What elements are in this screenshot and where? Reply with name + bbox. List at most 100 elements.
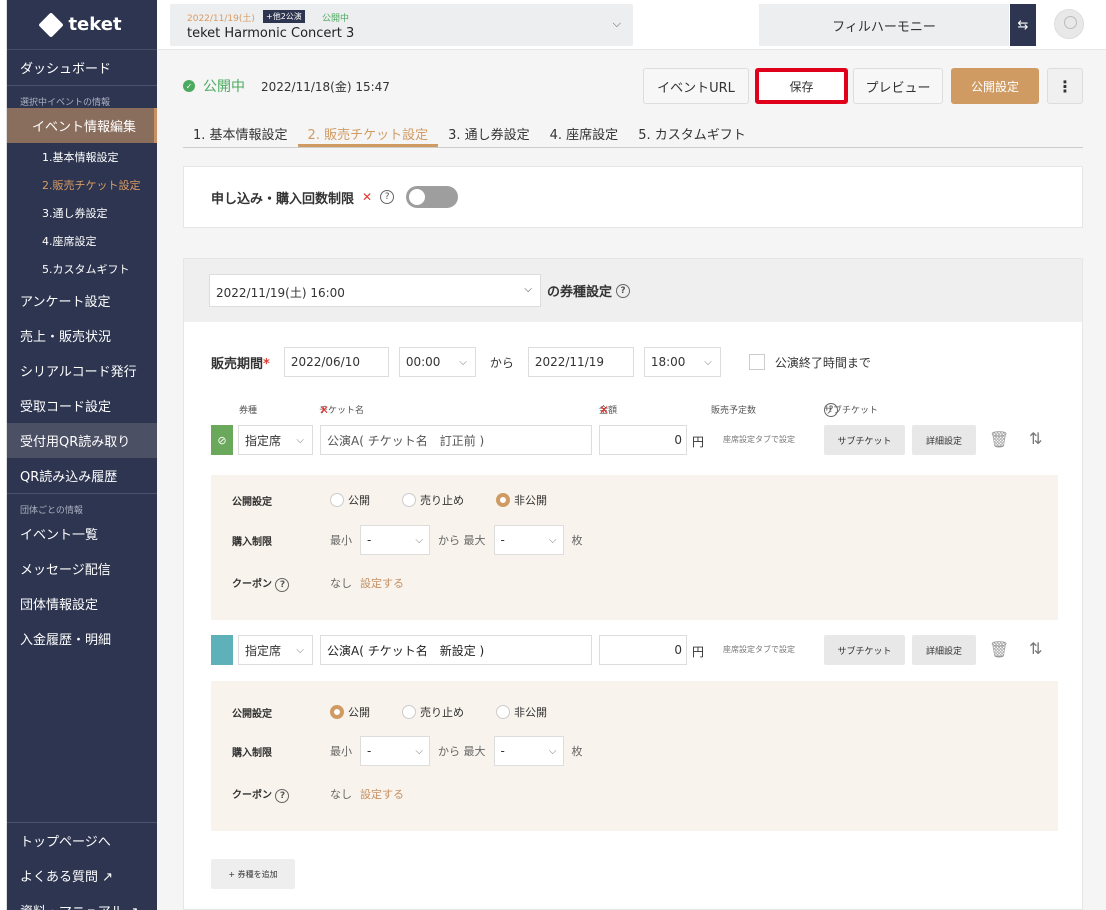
logo-text: teket	[68, 14, 122, 35]
sort-icon[interactable]: ⇅	[1029, 429, 1042, 448]
sidebar-item-qr-reader[interactable]: 受付用QR読み取り	[7, 423, 157, 458]
required-mark-icon: ✕	[599, 403, 610, 417]
chevron-down-icon: ⌵	[296, 434, 304, 446]
event-date: 2022/11/19(土)	[187, 14, 255, 24]
purchase-limit-toggle[interactable]	[406, 186, 459, 208]
tab-pass[interactable]: 3. 通し券設定	[438, 118, 540, 147]
max-select[interactable]: - ⌵	[493, 525, 564, 555]
min-select[interactable]: - ⌵	[360, 525, 430, 555]
detail-settings-button[interactable]: 詳細設定	[912, 635, 976, 665]
help-icon[interactable]: ?	[616, 283, 631, 298]
detail-settings-button[interactable]: 詳細設定	[912, 425, 976, 455]
help-icon[interactable]: ?	[380, 190, 395, 204]
logo[interactable]: teket	[7, 0, 157, 50]
sidebar-item-messages[interactable]: メッセージ配信	[7, 551, 157, 586]
chevron-down-icon: ⌵	[704, 356, 712, 368]
planned-quantity-text: 座席設定タブで設定	[723, 435, 795, 444]
publish-settings-button[interactable]: 公開設定	[951, 68, 1039, 104]
sidebar-item-group-settings[interactable]: 団体情報設定	[7, 586, 157, 621]
preview-button[interactable]: プレビュー	[853, 68, 943, 104]
coupon-settings-link[interactable]: 設定する	[360, 575, 404, 591]
ticket-detail-panel: 公開設定 公開 売り止め 非公開 購入制限 最小 - ⌵ から 最大 - ⌵ 枚 ク…	[211, 475, 1058, 620]
tab-basic[interactable]: 1. 基本情報設定	[183, 118, 298, 147]
publish-setting-row: 公開設定 公開 売り止め 非公開	[232, 699, 571, 725]
organization-selector[interactable]: フィルハーモニー	[759, 4, 1009, 46]
status-text: 公開中	[203, 79, 245, 95]
publish-setting-label: 公開設定	[232, 708, 272, 720]
required-mark-icon: ✕	[362, 190, 373, 204]
ticket-name-input[interactable]: 公演A( チケット名 訂正前 )	[320, 425, 592, 455]
purchase-limit-row: 購入制限 最小 - ⌵ から 最大 - ⌵ 枚	[232, 525, 583, 555]
publish-radio-public[interactable]: 公開	[330, 704, 370, 720]
tab-gift[interactable]: 5. カスタムギフト	[628, 118, 756, 147]
avatar[interactable]	[1054, 9, 1084, 39]
performance-select[interactable]: 2022/11/19(土) 16:00 ⌵	[209, 274, 541, 307]
publish-radio-public[interactable]: 公開	[330, 492, 370, 508]
sidebar-item-dashboard[interactable]: ダッシュボード	[7, 50, 157, 85]
min-select[interactable]: - ⌵	[360, 736, 430, 766]
sidebar-item-qr-history[interactable]: QR読み込み履歴	[7, 458, 157, 493]
tab-tickets[interactable]: 2. 販売チケット設定	[297, 118, 439, 147]
add-ticket-type-button[interactable]: + 券種を追加	[211, 859, 295, 889]
hidden-eye-icon[interactable]: ⊘	[211, 425, 233, 455]
chevron-down-icon: ⌵	[459, 356, 467, 368]
coupon-settings-link[interactable]: 設定する	[360, 786, 404, 802]
purchase-limit-card: 申し込み・購入回数制限 ✕ ?	[183, 166, 1083, 228]
end-time-select[interactable]: 18:00 ⌵	[643, 347, 721, 377]
sidebar-sub-pass[interactable]: 3.通し券設定	[7, 199, 157, 227]
publish-radio-stop[interactable]: 売り止め	[402, 492, 464, 508]
sidebar-item-sales[interactable]: 売上・販売状況	[7, 318, 157, 353]
swap-organization-button[interactable]: ⇆	[1010, 4, 1036, 46]
help-icon: ?	[824, 403, 838, 417]
performance-selected: 2022/11/19(土) 16:00	[216, 286, 345, 300]
purchase-limit-row-label: 購入制限	[232, 536, 272, 548]
sub-ticket-button[interactable]: サブチケット	[824, 635, 905, 665]
sidebar-item-event-list[interactable]: イベント一覧	[7, 516, 157, 551]
sort-icon[interactable]: ⇅	[1029, 639, 1042, 658]
trash-icon[interactable]: 🗑	[989, 430, 1009, 449]
sidebar-item-survey[interactable]: アンケート設定	[7, 283, 157, 318]
max-label: から 最大	[438, 745, 486, 758]
more-menu-button[interactable]: ⋮	[1047, 68, 1083, 104]
ticket-name-input[interactable]: 公演A( チケット名 新設定 )	[320, 635, 592, 665]
sidebar-item-faq[interactable]: よくある質問 ↗	[7, 858, 157, 893]
sidebar-sub-basic[interactable]: 1.基本情報設定	[7, 143, 157, 171]
sidebar-section-event: 選択中イベントの情報	[20, 98, 111, 108]
seat-type-select[interactable]: 指定席 ⌵	[238, 425, 313, 455]
sidebar-item-event-edit[interactable]: イベント情報編集	[7, 108, 157, 143]
event-url-button[interactable]: イベントURL	[643, 68, 749, 104]
until-end-checkbox[interactable]	[748, 354, 765, 370]
start-time-select[interactable]: 00:00 ⌵	[398, 347, 476, 377]
publish-radio-private[interactable]: 非公開	[496, 704, 547, 720]
sidebar-sub-gift[interactable]: 5.カスタムギフト	[7, 255, 157, 283]
max-select[interactable]: - ⌵	[493, 736, 564, 766]
required-mark-icon: ✕	[319, 403, 330, 417]
sidebar-item-receive-code[interactable]: 受取コード設定	[7, 388, 157, 423]
event-selector[interactable]: 2022/11/19(土) +他2公演 公開中 teket Harmonic C…	[170, 4, 633, 46]
save-button[interactable]: 保存	[755, 68, 848, 104]
price-input[interactable]: 0	[599, 635, 687, 665]
trash-icon[interactable]: 🗑	[989, 640, 1009, 659]
chevron-down-icon: ⌵	[296, 644, 304, 656]
end-date-input[interactable]: 2022/11/19	[527, 347, 634, 377]
coupon-value: なし	[330, 788, 352, 801]
price-input[interactable]: 0	[599, 425, 687, 455]
publish-radio-stop[interactable]: 売り止め	[402, 704, 464, 720]
ticket-detail-panel: 公開設定 公開 売り止め 非公開 購入制限 最小 - ⌵ から 最大 - ⌵ 枚 ク…	[211, 681, 1058, 831]
sidebar-sub-seats[interactable]: 4.座席設定	[7, 227, 157, 255]
min-label: 最小	[330, 745, 352, 758]
planned-quantity-text: 座席設定タブで設定	[723, 645, 795, 654]
sidebar-item-serial[interactable]: シリアルコード発行	[7, 353, 157, 388]
coupon-label: クーポン ?	[232, 575, 322, 592]
sub-ticket-button[interactable]: サブチケット	[824, 425, 905, 455]
ticket-color-tag[interactable]	[211, 635, 233, 665]
event-title: teket Harmonic Concert 3	[187, 26, 355, 41]
sidebar-item-payments[interactable]: 入金履歴・明細	[7, 621, 157, 656]
sidebar-item-top[interactable]: トップページへ	[7, 823, 157, 858]
start-date-input[interactable]: 2022/06/10	[283, 347, 389, 377]
sidebar-item-manual[interactable]: 資料・マニュアル ↗	[7, 893, 157, 910]
publish-radio-private[interactable]: 非公開	[496, 492, 547, 508]
sidebar-sub-tickets[interactable]: 2.販売チケット設定	[7, 171, 157, 199]
seat-type-select[interactable]: 指定席 ⌵	[238, 635, 313, 665]
tab-seats[interactable]: 4. 座席設定	[540, 118, 629, 147]
